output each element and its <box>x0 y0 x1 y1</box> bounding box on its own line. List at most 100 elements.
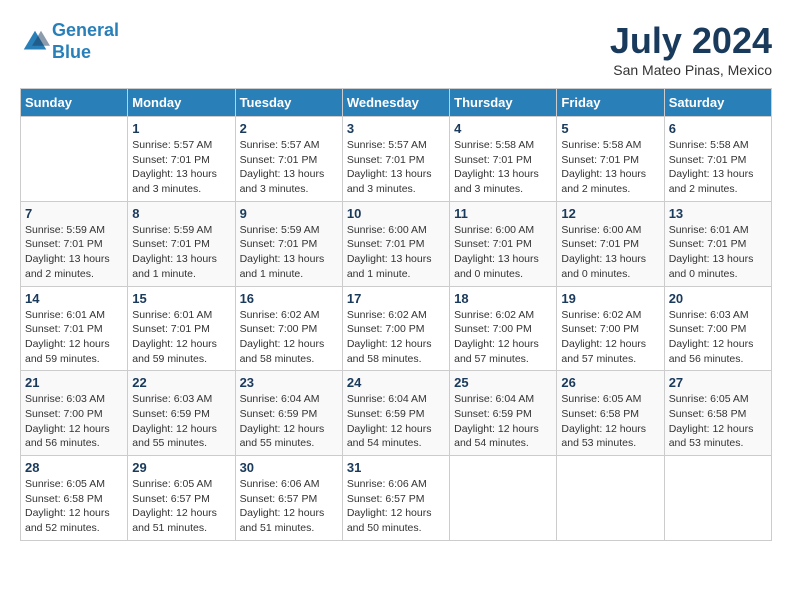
day-number: 15 <box>132 291 230 306</box>
day-number: 12 <box>561 206 659 221</box>
day-number: 30 <box>240 460 338 475</box>
day-info: Sunrise: 6:05 AMSunset: 6:58 PMDaylight:… <box>669 392 767 451</box>
day-cell <box>21 117 128 202</box>
day-number: 19 <box>561 291 659 306</box>
day-cell: 1Sunrise: 5:57 AMSunset: 7:01 PMDaylight… <box>128 117 235 202</box>
day-number: 9 <box>240 206 338 221</box>
week-row-4: 21Sunrise: 6:03 AMSunset: 7:00 PMDayligh… <box>21 371 772 456</box>
day-number: 7 <box>25 206 123 221</box>
day-info: Sunrise: 5:58 AMSunset: 7:01 PMDaylight:… <box>454 138 552 197</box>
week-row-3: 14 Sunrise: 6:01 AMSunset: 7:01 PMDayligh… <box>21 286 772 371</box>
day-number: 27 <box>669 375 767 390</box>
day-info: Sunrise: 6:03 AMSunset: 7:00 PMDaylight:… <box>25 392 123 451</box>
day-number: 13 <box>669 206 767 221</box>
day-info: Sunrise: 6:02 AMSunset: 7:00 PMDaylight:… <box>240 308 338 367</box>
day-number: 31 <box>347 460 445 475</box>
day-number: 2 <box>240 121 338 136</box>
day-number: 20 <box>669 291 767 306</box>
day-cell: 8 Sunrise: 5:59 AMSunset: 7:01 PMDaylight… <box>128 201 235 286</box>
header-monday: Monday <box>128 89 235 117</box>
day-info: Sunrise: 6:05 AMSunset: 6:57 PMDaylight:… <box>132 477 230 536</box>
day-cell: 23Sunrise: 6:04 AMSunset: 6:59 PMDayligh… <box>235 371 342 456</box>
calendar-table: SundayMondayTuesdayWednesdayThursdayFrid… <box>20 88 772 541</box>
day-cell: 25Sunrise: 6:04 AMSunset: 6:59 PMDayligh… <box>450 371 557 456</box>
week-row-5: 28 Sunrise: 6:05 AMSunset: 6:58 PMDayligh… <box>21 456 772 541</box>
day-cell: 28 Sunrise: 6:05 AMSunset: 6:58 PMDayligh… <box>21 456 128 541</box>
day-cell: 29 Sunrise: 6:05 AMSunset: 6:57 PMDayligh… <box>128 456 235 541</box>
day-cell: 19 Sunrise: 6:02 AMSunset: 7:00 PMDayligh… <box>557 286 664 371</box>
day-number: 6 <box>669 121 767 136</box>
header-tuesday: Tuesday <box>235 89 342 117</box>
header-thursday: Thursday <box>450 89 557 117</box>
day-cell: 30 Sunrise: 6:06 AMSunset: 6:57 PMDayligh… <box>235 456 342 541</box>
day-info: Sunrise: 6:06 AMSunset: 6:57 PMDaylight:… <box>347 477 445 536</box>
day-number: 24 <box>347 375 445 390</box>
location-title: San Mateo Pinas, Mexico <box>610 62 772 78</box>
day-cell: 10 Sunrise: 6:00 AMSunset: 7:01 PMDayligh… <box>342 201 449 286</box>
day-number: 29 <box>132 460 230 475</box>
day-info: Sunrise: 6:01 AMSunset: 7:01 PMDaylight:… <box>132 308 230 367</box>
day-number: 4 <box>454 121 552 136</box>
header-wednesday: Wednesday <box>342 89 449 117</box>
day-number: 22 <box>132 375 230 390</box>
day-info: Sunrise: 6:04 AMSunset: 6:59 PMDaylight:… <box>454 392 552 451</box>
day-number: 16 <box>240 291 338 306</box>
day-cell: 18Sunrise: 6:02 AMSunset: 7:00 PMDayligh… <box>450 286 557 371</box>
day-info: Sunrise: 6:02 AMSunset: 7:00 PMDaylight:… <box>561 308 659 367</box>
day-info: Sunrise: 5:59 AMSunset: 7:01 PMDaylight:… <box>132 223 230 282</box>
day-number: 18 <box>454 291 552 306</box>
day-cell: 16 Sunrise: 6:02 AMSunset: 7:00 PMDayligh… <box>235 286 342 371</box>
day-cell: 12 Sunrise: 6:00 AMSunset: 7:01 PMDayligh… <box>557 201 664 286</box>
month-title: July 2024 <box>610 20 772 62</box>
day-number: 14 <box>25 291 123 306</box>
day-cell: 4 Sunrise: 5:58 AMSunset: 7:01 PMDaylight… <box>450 117 557 202</box>
day-number: 11 <box>454 206 552 221</box>
title-block: July 2024 San Mateo Pinas, Mexico <box>610 20 772 78</box>
day-info: Sunrise: 5:57 AMSunset: 7:01 PMDaylight:… <box>240 138 338 197</box>
day-cell: 27 Sunrise: 6:05 AMSunset: 6:58 PMDayligh… <box>664 371 771 456</box>
day-cell: 13Sunrise: 6:01 AMSunset: 7:01 PMDayligh… <box>664 201 771 286</box>
day-info: Sunrise: 5:57 AMSunset: 7:01 PMDaylight:… <box>347 138 445 197</box>
day-number: 26 <box>561 375 659 390</box>
day-cell <box>557 456 664 541</box>
week-row-2: 7 Sunrise: 5:59 AMSunset: 7:01 PMDaylight… <box>21 201 772 286</box>
day-info: Sunrise: 5:59 AMSunset: 7:01 PMDaylight:… <box>240 223 338 282</box>
day-info: Sunrise: 6:00 AMSunset: 7:01 PMDaylight:… <box>561 223 659 282</box>
header-friday: Friday <box>557 89 664 117</box>
day-cell <box>450 456 557 541</box>
logo-icon <box>20 27 50 57</box>
day-number: 10 <box>347 206 445 221</box>
calendar-header-row: SundayMondayTuesdayWednesdayThursdayFrid… <box>21 89 772 117</box>
logo-line2: Blue <box>52 42 91 62</box>
day-number: 3 <box>347 121 445 136</box>
day-cell: 3 Sunrise: 5:57 AMSunset: 7:01 PMDaylight… <box>342 117 449 202</box>
header-sunday: Sunday <box>21 89 128 117</box>
day-cell: 21Sunrise: 6:03 AMSunset: 7:00 PMDayligh… <box>21 371 128 456</box>
day-info: Sunrise: 5:58 AMSunset: 7:01 PMDaylight:… <box>561 138 659 197</box>
day-cell: 7Sunrise: 5:59 AMSunset: 7:01 PMDaylight… <box>21 201 128 286</box>
day-cell: 22Sunrise: 6:03 AMSunset: 6:59 PMDayligh… <box>128 371 235 456</box>
day-number: 5 <box>561 121 659 136</box>
day-number: 8 <box>132 206 230 221</box>
week-row-1: 1 Sunrise: 5:57 AMSunset: 7:01 PMDaylight… <box>21 117 772 202</box>
day-info: Sunrise: 6:03 AMSunset: 7:00 PMDaylight:… <box>669 308 767 367</box>
header-saturday: Saturday <box>664 89 771 117</box>
day-cell: 20 Sunrise: 6:03 AMSunset: 7:00 PMDayligh… <box>664 286 771 371</box>
day-number: 17 <box>347 291 445 306</box>
day-cell: 6 Sunrise: 5:58 AMSunset: 7:01 PMDaylight… <box>664 117 771 202</box>
day-number: 28 <box>25 460 123 475</box>
day-info: Sunrise: 6:06 AMSunset: 6:57 PMDaylight:… <box>240 477 338 536</box>
day-cell: 17 Sunrise: 6:02 AMSunset: 7:00 PMDayligh… <box>342 286 449 371</box>
day-cell: 24 Sunrise: 6:04 AMSunset: 6:59 PMDayligh… <box>342 371 449 456</box>
day-info: Sunrise: 6:01 AMSunset: 7:01 PMDaylight:… <box>25 308 123 367</box>
day-info: Sunrise: 6:02 AMSunset: 7:00 PMDaylight:… <box>347 308 445 367</box>
day-cell: 14 Sunrise: 6:01 AMSunset: 7:01 PMDayligh… <box>21 286 128 371</box>
day-info: Sunrise: 6:05 AMSunset: 6:58 PMDaylight:… <box>25 477 123 536</box>
day-info: Sunrise: 6:04 AMSunset: 6:59 PMDaylight:… <box>347 392 445 451</box>
day-info: Sunrise: 5:58 AMSunset: 7:01 PMDaylight:… <box>669 138 767 197</box>
day-number: 1 <box>132 121 230 136</box>
day-info: Sunrise: 6:05 AMSunset: 6:58 PMDaylight:… <box>561 392 659 451</box>
day-info: Sunrise: 6:00 AMSunset: 7:01 PMDaylight:… <box>347 223 445 282</box>
logo-line1: General <box>52 20 119 40</box>
day-cell <box>664 456 771 541</box>
